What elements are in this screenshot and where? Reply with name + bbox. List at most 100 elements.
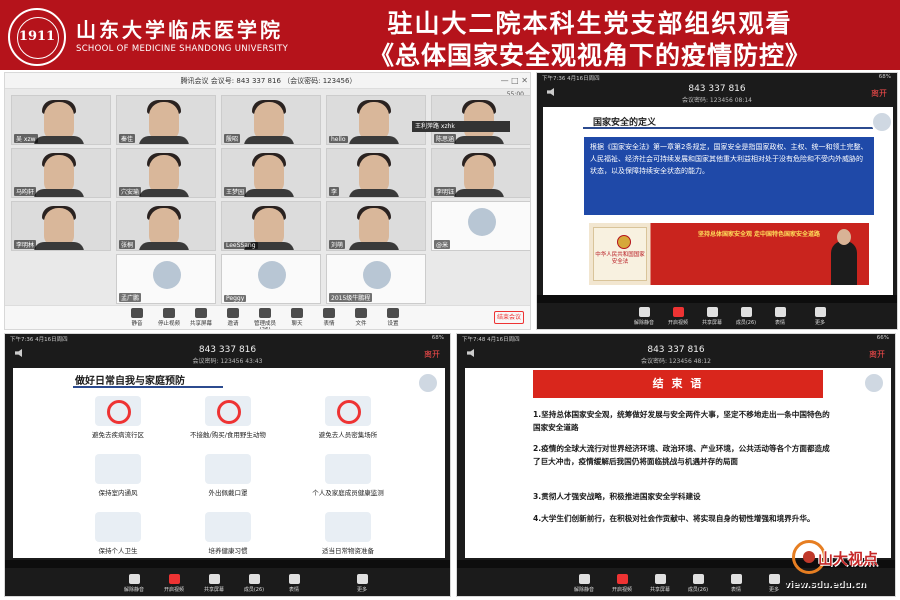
share-screen-label: 共享屏幕	[649, 587, 670, 593]
participant-name: LeeSSang	[224, 242, 258, 249]
mute-button[interactable]: 静音	[121, 308, 153, 327]
members-button[interactable]: 成员(26)	[237, 574, 271, 593]
stop-video-button[interactable]: 停止视频	[153, 308, 185, 327]
more-button[interactable]: 更多	[345, 574, 379, 593]
camera-off-icon	[616, 574, 628, 584]
leave-button[interactable]: 离开	[869, 349, 885, 360]
participant-tile[interactable]: 马昀轩	[11, 148, 111, 198]
share-screen-button[interactable]: 共享屏幕	[643, 574, 677, 593]
share-screen-icon	[208, 574, 220, 584]
participant-tile[interactable]: hello	[326, 95, 426, 145]
meeting-password: 会议密码: 123456 43:43	[192, 358, 263, 365]
start-video-button[interactable]: 开启视频	[661, 307, 695, 326]
unmute-label: 解除静音	[573, 587, 594, 593]
closing-point: 2.疫情的全球大流行对世界经济环境、政治环境、产业环境，公共活动等各个方面都造成…	[533, 444, 830, 466]
speaker-tooltip: 王利萍路 xzhk	[412, 121, 510, 132]
house-ventilation-icon	[95, 454, 141, 484]
participant-tile[interactable]: 李明林	[11, 201, 111, 251]
participant-name: 孟广鹏	[119, 293, 142, 302]
participant-tile[interactable]: Peggy	[221, 254, 321, 304]
participant-name: 穴安瑜	[119, 187, 142, 196]
more-button[interactable]: 更多	[803, 307, 837, 326]
share-screen-label: 共享屏幕	[189, 321, 212, 327]
share-screen-icon	[706, 307, 718, 317]
share-screen-button[interactable]: 共享屏幕	[695, 307, 729, 326]
leave-button[interactable]: 离开	[424, 349, 440, 360]
participant-tile[interactable]: 刘萌	[326, 201, 426, 251]
start-video-button[interactable]: 开启视频	[605, 574, 639, 593]
chat-button[interactable]: 聊天	[281, 308, 313, 327]
unmute-button[interactable]: 解除静音	[627, 307, 661, 326]
reactions-button[interactable]: 表情	[719, 574, 753, 593]
microphone-icon	[131, 308, 143, 318]
thermometer-icon	[325, 454, 371, 484]
participant-tile[interactable]: 李明钰	[431, 148, 530, 198]
unmute-button[interactable]: 解除静音	[567, 574, 601, 593]
share-screen-icon	[195, 308, 207, 318]
participant-tile[interactable]: 陈思涵	[431, 95, 530, 145]
supplies-icon	[325, 512, 371, 542]
meeting-id: 843 337 816	[647, 345, 705, 355]
participant-tile[interactable]: 张桐	[116, 201, 216, 251]
window-controls[interactable]: — □ ✕	[501, 73, 528, 89]
prevention-item: 保持个人卫生	[63, 512, 173, 555]
manage-members-button[interactable]: 管理成员(26)	[249, 308, 281, 330]
self-view-avatar[interactable]	[871, 111, 893, 133]
banner-title-line2: 《总体国家安全观视角下的疫情防控》	[368, 41, 811, 70]
participant-tile[interactable]: 殷昭	[221, 95, 321, 145]
unmute-button[interactable]: 解除静音	[117, 574, 151, 593]
end-meeting-button[interactable]: 结束会议	[494, 311, 524, 324]
prevention-item: 不接触/购买/食用野生动物	[173, 396, 283, 439]
title-underline	[583, 127, 873, 129]
participant-tile[interactable]: 穴安瑜	[116, 148, 216, 198]
start-video-button[interactable]: 开启视频	[157, 574, 191, 593]
reactions-button[interactable]: 表情	[763, 307, 797, 326]
participant-tile[interactable]: 王梦园	[221, 148, 321, 198]
prevention-label: 避免去疾病流行区	[92, 431, 144, 439]
self-view-avatar[interactable]	[863, 372, 885, 394]
camera-off-icon	[672, 307, 684, 317]
self-view-avatar[interactable]	[417, 372, 439, 394]
participant-name: Peggy	[224, 295, 247, 302]
microphone-icon	[128, 574, 140, 584]
window-titlebar: 腾讯会议 会议号: 843 337 816 （会议密码: 123456） — □…	[5, 73, 530, 89]
participant-name: 李明钰	[434, 187, 457, 196]
share-screen-button[interactable]: 共享屏幕	[197, 574, 231, 593]
status-bar: 下午7:36 4月16日周四 68%	[5, 334, 450, 343]
school-name-en: SCHOOL OF MEDICINE SHANDONG UNIVERSITY	[76, 44, 289, 54]
header-banner: 1911 山东大学临床医学院 SCHOOL OF MEDICINE SHANDO…	[0, 0, 900, 70]
settings-label: 设置	[387, 321, 399, 327]
settings-button[interactable]: 设置	[377, 308, 409, 327]
participant-tile[interactable]: 2015级牛鹏程	[326, 254, 426, 304]
slide-title: 结 束 语	[533, 370, 823, 398]
manage-members-label: 管理成员(26)	[253, 321, 276, 330]
meeting-toolbar: 静音 停止视频 共享屏幕 邀请 管理成员(26) 聊天 表情 文件 设置 结束会…	[5, 305, 530, 330]
participant-tile[interactable]: 吴 xzw	[11, 95, 111, 145]
shirt	[244, 136, 294, 144]
leave-button[interactable]: 离开	[871, 88, 887, 99]
share-screen-button[interactable]: 共享屏幕	[185, 308, 217, 327]
meeting-id: 843 337 816	[198, 345, 257, 355]
invite-icon	[227, 308, 239, 318]
participant-tile[interactable]: 李	[326, 148, 426, 198]
participant-tile[interactable]: 孟广鹏	[116, 254, 216, 304]
more-label: 更多	[814, 320, 825, 326]
participant-name: 秦佳	[119, 134, 136, 143]
prevention-label: 个人及家庭成员健康监测	[312, 489, 384, 497]
reactions-button[interactable]: 表情	[313, 308, 345, 327]
participant-tile[interactable]: LeeSSang	[221, 201, 321, 251]
invite-button[interactable]: 邀请	[217, 308, 249, 327]
file-icon	[355, 308, 367, 318]
participant-tile[interactable]: @米	[431, 201, 530, 251]
treadmill-icon	[205, 512, 251, 542]
start-video-label: 开启视频	[667, 320, 688, 326]
meeting-password: 会议密码: 123456 08:14	[681, 97, 753, 104]
members-button[interactable]: 成员(26)	[681, 574, 715, 593]
members-button[interactable]: 成员(26)	[729, 307, 763, 326]
participant-tile[interactable]: 秦佳	[116, 95, 216, 145]
reactions-button[interactable]: 表情	[277, 574, 311, 593]
files-button[interactable]: 文件	[345, 308, 377, 327]
meeting-id: 843 337 816	[688, 84, 746, 94]
participant-name: 李明林	[14, 240, 37, 249]
law-book-title: 中华人民共和国国家安全法	[595, 252, 645, 265]
